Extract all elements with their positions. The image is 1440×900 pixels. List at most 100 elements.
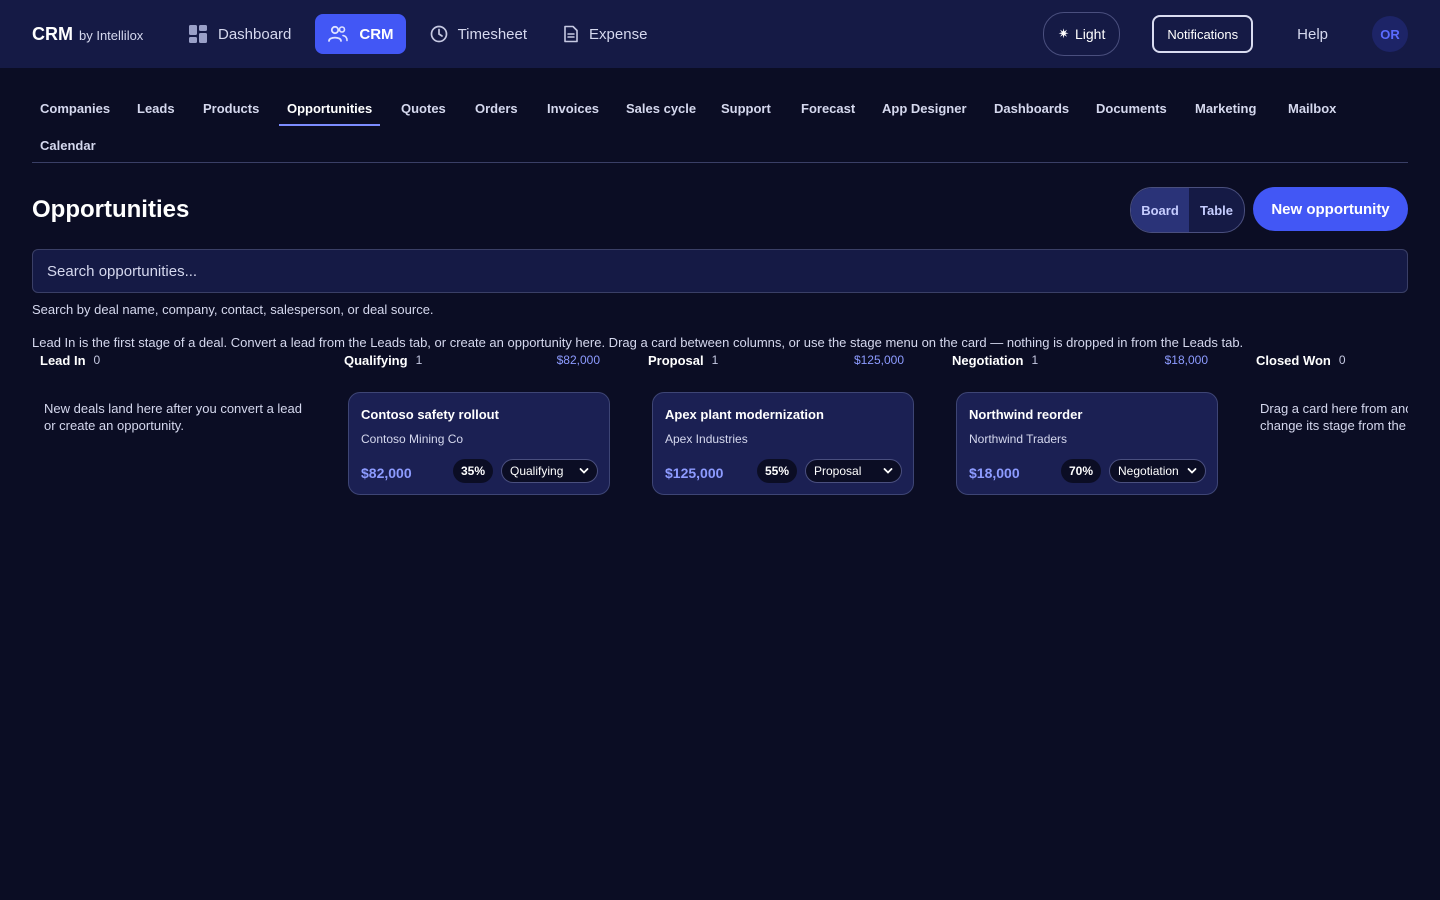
column-header: Lead In 0: [32, 352, 304, 368]
card-title: Contoso safety rollout: [361, 407, 499, 422]
column-empty-text: Drag a card here from another column, or…: [1260, 401, 1408, 433]
brand-by: by Intellilox: [79, 28, 144, 43]
sun-icon: ✷: [1058, 26, 1069, 41]
card-amount: $18,000: [969, 465, 1020, 481]
tab-quotes[interactable]: Quotes: [393, 94, 454, 124]
module-tabs: Companies Leads Products Opportunities Q…: [32, 88, 1408, 163]
column-header: Negotiation 1 $18,000: [944, 352, 1216, 368]
tab-companies[interactable]: Companies: [32, 94, 118, 124]
tab-forecast[interactable]: Forecast: [793, 94, 863, 124]
tab-calendar[interactable]: Calendar: [32, 131, 104, 161]
tab-documents[interactable]: Documents: [1088, 94, 1175, 124]
column-count: 1: [711, 353, 719, 367]
column-lead-in[interactable]: Lead In 0 New deals land here after you …: [32, 352, 304, 434]
card-company: Contoso Mining Co: [361, 432, 464, 446]
view-toggle: Board Table: [1130, 187, 1245, 233]
tab-sales-cycle[interactable]: Sales cycle: [618, 94, 704, 124]
appnav-dashboard[interactable]: Dashboard: [176, 14, 303, 54]
column-header: Qualifying 1 $82,000: [336, 352, 608, 368]
opportunity-card[interactable]: Northwind reorder Northwind Traders $18,…: [956, 392, 1218, 495]
chevron-down-icon: [579, 468, 589, 474]
card-title: Apex plant modernization: [665, 407, 824, 422]
theme-label: Light: [1074, 26, 1106, 42]
column-name: Proposal: [648, 352, 704, 368]
probability-badge: 55%: [757, 459, 797, 483]
column-count: 1: [415, 353, 423, 367]
card-amount: $82,000: [361, 465, 412, 481]
column-name: Closed Won: [1256, 352, 1331, 368]
tab-support[interactable]: Support: [713, 94, 779, 124]
probability-badge: 35%: [453, 459, 493, 483]
board-hint: Lead In is the first stage of a deal. Co…: [32, 335, 1244, 350]
dashboard-icon: [189, 25, 207, 43]
stage-select-value: Qualifying: [510, 464, 564, 478]
stage-select[interactable]: Qualifying: [501, 459, 598, 483]
appnav-dashboard-label: Dashboard: [218, 25, 292, 43]
card-company: Apex Industries: [665, 432, 748, 446]
brand[interactable]: CRM by Intellilox: [32, 24, 143, 45]
column-sum: $18,000: [1164, 353, 1208, 367]
stage-select[interactable]: Proposal: [805, 459, 902, 483]
column-count: 1: [1031, 353, 1039, 367]
appnav-expense-label: Expense: [589, 25, 648, 43]
column-closed-won[interactable]: Closed Won 0 Drag a card here from anoth…: [1248, 352, 1408, 434]
tab-orders[interactable]: Orders: [467, 94, 526, 124]
tab-mailbox[interactable]: Mailbox: [1280, 94, 1344, 124]
appnav-crm-label: CRM: [359, 25, 394, 43]
opportunity-card[interactable]: Apex plant modernization Apex Industries…: [652, 392, 914, 495]
appnav-expense[interactable]: Expense: [551, 14, 659, 54]
tab-opportunities[interactable]: Opportunities: [279, 94, 381, 126]
probability-badge: 70%: [1061, 459, 1101, 483]
column-sum: $82,000: [556, 353, 600, 367]
search-input[interactable]: [33, 250, 1407, 292]
brand-name: CRM: [32, 24, 73, 44]
document-icon: [564, 25, 578, 43]
notifications-button[interactable]: Notifications: [1152, 15, 1254, 53]
appnav-timesheet[interactable]: Timesheet: [418, 14, 539, 54]
column-count: 0: [93, 353, 101, 367]
search-box: [32, 249, 1408, 293]
column-empty-text: New deals land here after you convert a …: [44, 401, 302, 433]
column-header: Proposal 1 $125,000: [640, 352, 912, 368]
tab-dashboards[interactable]: Dashboards: [986, 94, 1077, 124]
column-proposal[interactable]: Proposal 1 $125,000 Apex plant moderniza…: [640, 352, 914, 495]
card-company: Northwind Traders: [969, 432, 1068, 446]
tab-leads[interactable]: Leads: [129, 94, 183, 124]
stage-select-value: Proposal: [814, 464, 862, 478]
app-nav: Dashboard CRM Timesheet Expense: [176, 14, 671, 54]
new-opportunity-button[interactable]: New opportunity: [1253, 187, 1408, 231]
page-title: Opportunities: [32, 196, 190, 223]
column-sum: $125,000: [853, 353, 904, 367]
help-link[interactable]: Help: [1297, 26, 1328, 43]
search-hint: Search by deal name, company, contact, s…: [32, 302, 434, 317]
column-name: Negotiation: [952, 352, 1024, 368]
users-icon: [328, 25, 349, 42]
appnav-timesheet-label: Timesheet: [457, 25, 528, 43]
clock-icon: [430, 25, 447, 43]
appnav-crm[interactable]: CRM: [315, 14, 406, 54]
column-qualifying[interactable]: Qualifying 1 $82,000 Contoso safety roll…: [336, 352, 610, 495]
stage-select[interactable]: Negotiation: [1109, 459, 1206, 483]
column-count: 0: [1338, 353, 1346, 367]
chevron-down-icon: [1187, 468, 1197, 474]
opportunity-card[interactable]: Contoso safety rollout Contoso Mining Co…: [348, 392, 610, 495]
theme-toggle-button[interactable]: ✷ Light: [1043, 12, 1121, 56]
stage-select-value: Negotiation: [1118, 464, 1179, 478]
column-negotiation[interactable]: Negotiation 1 $18,000 Northwind reorder …: [944, 352, 1218, 495]
tab-invoices[interactable]: Invoices: [539, 94, 607, 124]
top-bar: CRM by Intellilox Dashboard CRM Timeshee…: [0, 0, 1440, 68]
card-amount: $125,000: [665, 465, 724, 481]
kanban-board: Lead In 0 New deals land here after you …: [32, 352, 1408, 552]
column-header: Closed Won 0: [1248, 352, 1408, 368]
tab-products[interactable]: Products: [195, 94, 267, 124]
tab-marketing[interactable]: Marketing: [1187, 94, 1264, 124]
view-board-button[interactable]: Board: [1131, 188, 1189, 232]
tab-app-designer[interactable]: App Designer: [874, 94, 975, 124]
card-title: Northwind reorder: [969, 407, 1083, 422]
top-right-actions: ✷ Light Notifications Help OR: [1043, 12, 1408, 56]
column-name: Qualifying: [344, 352, 408, 368]
chevron-down-icon: [883, 468, 893, 474]
column-name: Lead In: [40, 352, 86, 368]
view-table-button[interactable]: Table: [1189, 188, 1244, 232]
avatar[interactable]: OR: [1372, 16, 1408, 52]
